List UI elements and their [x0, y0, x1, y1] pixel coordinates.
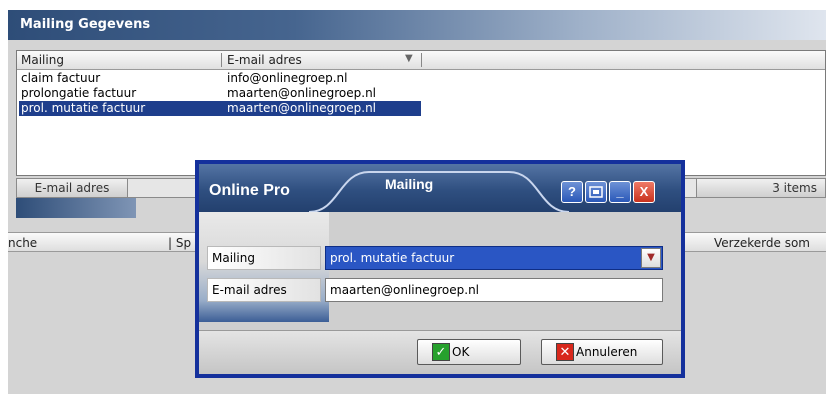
mailing-list[interactable]: Mailing E-mail adres ▼ claim factuur inf… — [16, 50, 826, 176]
column-header-sp[interactable]: | Sp — [168, 236, 191, 250]
column-header-sp-label: Sp — [175, 236, 192, 250]
cancel-button-label: Annuleren — [576, 345, 638, 359]
list-header: Mailing E-mail adres ▼ — [17, 51, 825, 70]
email-label: E-mail adres — [207, 278, 321, 302]
mailing-field-row: Mailing prol. mutatie factuur ▼ — [199, 246, 681, 274]
mailing-label: Mailing — [207, 246, 321, 270]
minimize-button[interactable]: _ — [609, 181, 631, 203]
panel-title: Mailing Gegevens — [20, 17, 151, 32]
panel-header: Mailing Gegevens — [8, 10, 826, 40]
dialog-body: Online Pro Mailing ? _ X Mailing prol. m… — [199, 164, 681, 374]
help-button[interactable]: ? — [561, 181, 583, 203]
titlebar-wave-decoration — [309, 171, 569, 212]
status-item-count: 3 items — [696, 178, 826, 198]
column-header-branche[interactable]: nche — [8, 236, 37, 250]
list-item-mailing: prol. mutatie factuur — [21, 101, 146, 115]
mailing-select[interactable]: prol. mutatie factuur ▼ — [325, 246, 663, 270]
ok-button-label: OK — [452, 345, 470, 359]
cancel-button[interactable]: ✕ Annuleren — [541, 339, 663, 365]
ok-button[interactable]: ✓ OK — [417, 339, 521, 365]
list-item[interactable]: prolongatie factuur maarten@onlinegroep.… — [19, 86, 421, 101]
column-header-mailing[interactable]: Mailing — [21, 53, 64, 67]
dialog-titlebar[interactable]: Online Pro Mailing ? _ X — [199, 164, 681, 212]
dialog-title: Mailing — [385, 176, 434, 192]
list-item-mailing: claim factuur — [21, 71, 101, 85]
column-divider[interactable] — [221, 53, 222, 67]
list-item-email: maarten@onlinegroep.nl — [227, 86, 377, 100]
chevron-down-icon[interactable]: ▼ — [641, 248, 661, 268]
close-button[interactable]: X — [633, 181, 655, 203]
dialog-footer: ✓ OK ✕ Annuleren — [199, 330, 681, 374]
checkmark-icon: ✓ — [432, 343, 450, 361]
list-item-email: info@onlinegroep.nl — [227, 71, 348, 85]
decorative-strip — [16, 198, 136, 218]
list-item-selected[interactable]: prol. mutatie factuur maarten@onlinegroe… — [19, 101, 421, 116]
list-item[interactable]: claim factuur info@onlinegroep.nl — [19, 71, 421, 86]
status-field-label: E-mail adres — [16, 178, 128, 198]
column-divider[interactable] — [421, 53, 422, 67]
column-header-email[interactable]: E-mail adres — [227, 53, 302, 67]
cancel-x-icon: ✕ — [556, 343, 574, 361]
brand-logo-text: Online Pro — [209, 182, 290, 199]
list-item-mailing: prolongatie factuur — [21, 86, 137, 100]
sort-down-icon: ▼ — [405, 53, 413, 64]
column-header-verzekerde-som[interactable]: Verzekerde som — [714, 236, 810, 250]
mailing-select-value: prol. mutatie factuur — [330, 251, 455, 265]
email-field-row: E-mail adres maarten@onlinegroep.nl — [199, 278, 681, 306]
email-field[interactable]: maarten@onlinegroep.nl — [325, 278, 663, 302]
mailing-dialog: Online Pro Mailing ? _ X Mailing prol. m… — [195, 160, 685, 378]
list-item-email: maarten@onlinegroep.nl — [227, 101, 377, 115]
properties-icon[interactable] — [585, 181, 607, 203]
